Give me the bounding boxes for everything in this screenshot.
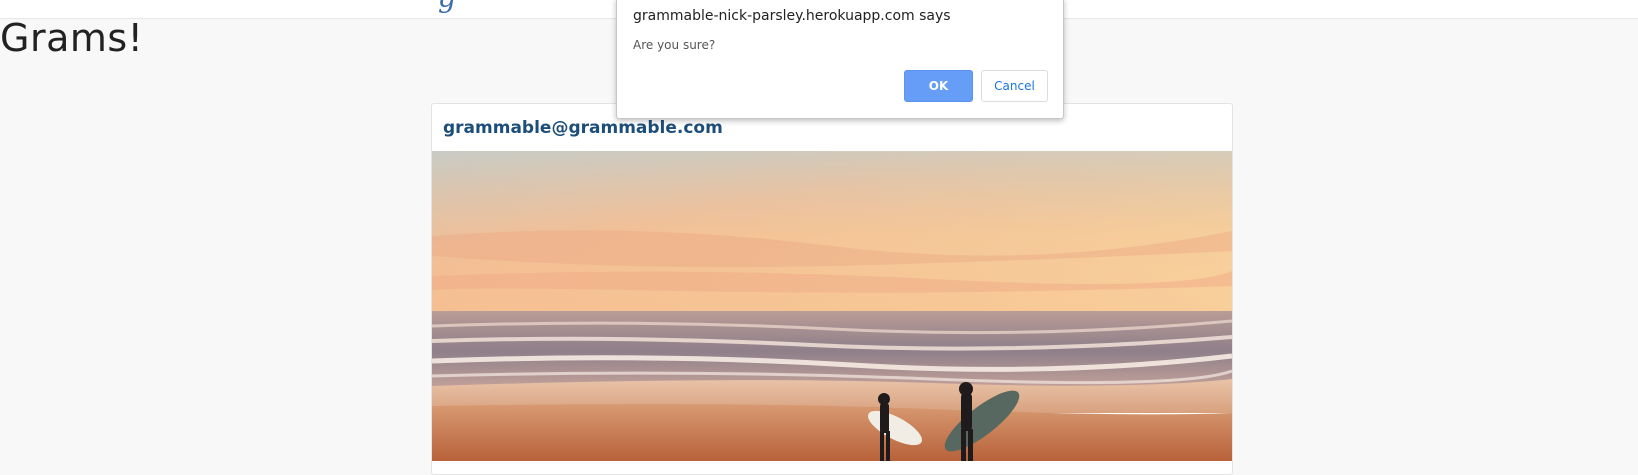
cancel-button[interactable]: Cancel — [981, 70, 1048, 102]
dialog-title: grammable-nick-parsley.herokuapp.com say… — [633, 8, 951, 24]
gram-card: grammable@grammable.com — [431, 103, 1233, 475]
post-photo — [432, 151, 1232, 461]
page-title: Grams! — [0, 16, 144, 60]
dialog-message: Are you sure? — [633, 38, 716, 52]
beach-sunset-image — [432, 151, 1232, 461]
post-author-email[interactable]: grammable@grammable.com — [443, 118, 723, 138]
logo[interactable]: g — [438, 0, 456, 12]
ok-button[interactable]: OK — [904, 70, 973, 102]
confirm-dialog: grammable-nick-parsley.herokuapp.com say… — [616, 0, 1064, 119]
